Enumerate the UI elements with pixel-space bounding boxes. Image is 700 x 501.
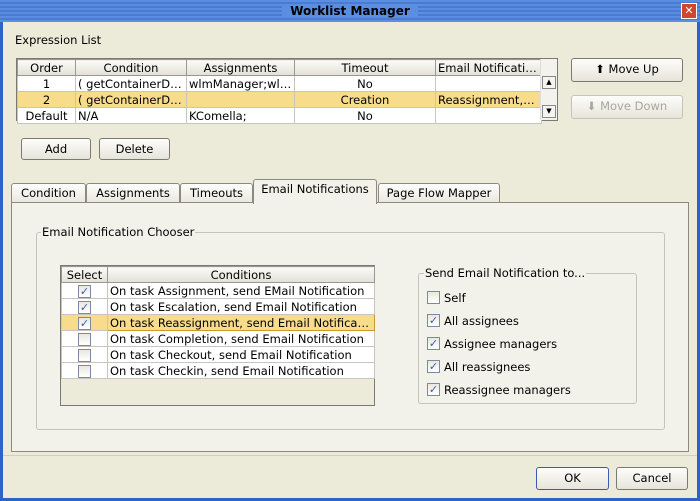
send-to-option[interactable]: ✓ All reassignees xyxy=(427,359,530,374)
arrow-down-icon: ⬇ xyxy=(586,99,597,113)
select-cell xyxy=(61,362,108,379)
move-down-label: Move Down xyxy=(600,99,668,113)
move-down-button[interactable]: ⬇ Move Down xyxy=(571,95,683,119)
condition-label: On task Escalation, send Email Notificat… xyxy=(107,298,375,315)
select-cell: ✓ xyxy=(61,298,108,315)
select-checkbox[interactable]: ✓ xyxy=(78,316,91,330)
delete-button[interactable]: Delete xyxy=(99,138,170,160)
option-label: Assignee managers xyxy=(444,336,558,351)
move-up-label: Move Up xyxy=(608,62,659,76)
option-checkbox[interactable]: ✓ xyxy=(427,383,440,396)
select-checkbox[interactable] xyxy=(78,332,91,346)
cell-order: 1 xyxy=(17,75,76,92)
condition-label: On task Reassignment, send Email Notific… xyxy=(107,314,375,331)
cell-assignments: wlmManager;wlm... xyxy=(186,75,295,92)
table-header: Select Conditions xyxy=(61,266,375,283)
conditions-table: Select Conditions ✓ On task Assignment, s… xyxy=(60,265,375,406)
cell-timeout: Creation xyxy=(294,91,436,108)
select-cell: ✓ xyxy=(61,282,108,299)
column-header[interactable]: Timeout xyxy=(294,59,436,76)
condition-label: On task Checkin, send Email Notification xyxy=(107,362,375,379)
cell-order: Default xyxy=(17,107,76,124)
option-label: Self xyxy=(444,290,466,305)
select-checkbox[interactable]: ✓ xyxy=(78,284,91,298)
table-row[interactable]: Default N/A KComella; No xyxy=(17,107,542,124)
column-header[interactable]: Assignments xyxy=(186,59,295,76)
move-up-button[interactable]: ⬆ Move Up xyxy=(571,58,683,82)
tab-timeouts[interactable]: Timeouts xyxy=(180,183,253,203)
condition-label: On task Assignment, send EMail Notificat… xyxy=(107,282,375,299)
ok-button[interactable]: OK xyxy=(536,467,609,490)
condition-row[interactable]: On task Completion, send Email Notificat… xyxy=(61,330,375,347)
chooser-title: Email Notification Chooser xyxy=(41,225,196,239)
cell-assignments xyxy=(186,91,295,108)
option-checkbox[interactable]: ✓ xyxy=(427,360,440,373)
add-button[interactable]: Add xyxy=(21,138,91,160)
select-cell xyxy=(61,346,108,363)
send-to-option[interactable]: ✓ Reassignee managers xyxy=(427,382,571,397)
send-to-title: Send Email Notification to... xyxy=(424,266,587,280)
send-to-option[interactable]: ✓ Assignee managers xyxy=(427,336,557,351)
table-header: Order Condition Assignments Timeout Emai… xyxy=(17,59,542,76)
tab-page-flow-mapper[interactable]: Page Flow Mapper xyxy=(378,183,500,203)
condition-row[interactable]: ✓ On task Escalation, send Email Notifica… xyxy=(61,298,375,315)
column-header[interactable]: Select xyxy=(61,266,108,283)
vertical-scrollbar[interactable]: ▲ ▼ xyxy=(540,59,557,120)
cell-order: 2 xyxy=(17,91,76,108)
cell-condition: ( getContainerDa... xyxy=(75,75,187,92)
select-cell xyxy=(61,330,108,347)
arrow-up-icon: ⬆ xyxy=(595,62,605,76)
window-title: Worklist Manager xyxy=(282,4,418,18)
close-icon[interactable]: ✕ xyxy=(681,3,697,19)
cell-email: Reassignment,3... xyxy=(435,91,542,108)
option-label: All assignees xyxy=(444,313,519,328)
option-label: All reassignees xyxy=(444,359,531,374)
column-header[interactable]: Email Notifications xyxy=(435,59,542,76)
table-row[interactable]: 2 ( getContainerDa... Creation Reassignm… xyxy=(17,91,542,108)
select-checkbox[interactable] xyxy=(78,364,91,378)
send-to-option[interactable]: ✓ All assignees xyxy=(427,313,519,328)
cancel-button[interactable]: Cancel xyxy=(616,467,688,490)
option-checkbox[interactable]: ✓ xyxy=(427,314,440,327)
select-checkbox[interactable]: ✓ xyxy=(78,300,91,314)
scroll-down-arrow-icon[interactable]: ▼ xyxy=(542,105,556,118)
cell-email xyxy=(435,107,542,124)
divider xyxy=(3,455,697,456)
cell-timeout: No xyxy=(294,75,436,92)
cell-email xyxy=(435,75,542,92)
option-checkbox[interactable]: ✓ xyxy=(427,337,440,350)
condition-row[interactable]: ✓ On task Reassignment, send Email Notifi… xyxy=(61,314,375,331)
table-row[interactable]: 1 ( getContainerDa... wlmManager;wlm... … xyxy=(17,75,542,92)
expression-table: Order Condition Assignments Timeout Emai… xyxy=(16,58,558,124)
option-checkbox[interactable] xyxy=(427,291,440,304)
tab-email-notifications[interactable]: Email Notifications xyxy=(253,179,377,204)
select-cell: ✓ xyxy=(61,314,108,331)
expression-list-label: Expression List xyxy=(15,33,102,47)
column-header[interactable]: Order xyxy=(17,59,76,76)
send-to-option[interactable]: Self xyxy=(427,290,466,305)
condition-label: On task Completion, send Email Notificat… xyxy=(107,330,375,347)
title-bar: Worklist Manager xyxy=(0,0,700,22)
cell-condition: N/A xyxy=(75,107,187,124)
scroll-up-arrow-icon[interactable]: ▲ xyxy=(542,76,556,89)
column-header[interactable]: Conditions xyxy=(107,266,375,283)
condition-row[interactable]: On task Checkout, send Email Notificatio… xyxy=(61,346,375,363)
condition-row[interactable]: On task Checkin, send Email Notification xyxy=(61,362,375,379)
tab-condition[interactable]: Condition xyxy=(11,183,86,203)
select-checkbox[interactable] xyxy=(78,348,91,362)
column-header[interactable]: Condition xyxy=(75,59,187,76)
tab-assignments[interactable]: Assignments xyxy=(86,183,180,203)
condition-label: On task Checkout, send Email Notificatio… xyxy=(107,346,375,363)
cell-timeout: No xyxy=(294,107,436,124)
cell-assignments: KComella; xyxy=(186,107,295,124)
condition-row[interactable]: ✓ On task Assignment, send EMail Notifica… xyxy=(61,282,375,299)
option-label: Reassignee managers xyxy=(444,382,571,397)
cell-condition: ( getContainerDa... xyxy=(75,91,187,108)
